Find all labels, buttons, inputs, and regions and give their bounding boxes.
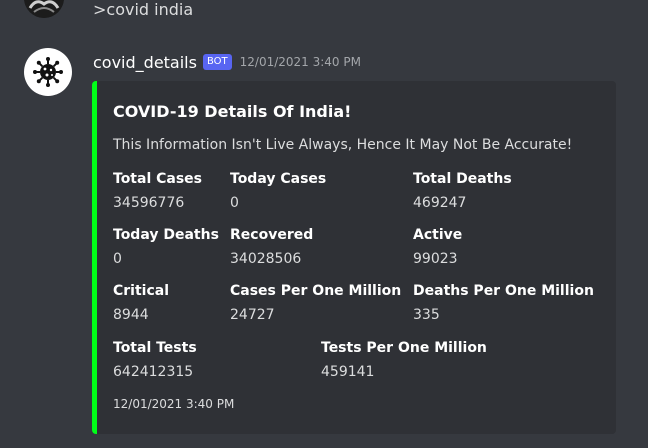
field-active: Active 99023	[413, 225, 462, 269]
message-header: covid_details BOT 12/01/2021 3:40 PM	[93, 51, 361, 73]
field-name: Total Tests	[113, 340, 197, 356]
field-cases-per-million: Cases Per One Million 24727	[230, 281, 401, 325]
embed-footer-timestamp: 12/01/2021 3:40 PM	[113, 397, 235, 411]
embed-description: This Information Isn't Live Always, Henc…	[113, 137, 573, 153]
field-name: Total Cases	[113, 171, 203, 187]
field-name: Today Cases	[230, 171, 327, 187]
field-name: Today Deaths	[113, 227, 219, 243]
field-name: Active	[413, 227, 463, 243]
field-total-deaths: Total Deaths 469247	[413, 169, 512, 213]
field-recovered: Recovered 34028506	[230, 225, 313, 269]
username[interactable]: covid_details	[93, 53, 197, 72]
field-name: Total Deaths	[413, 171, 512, 187]
previous-user-avatar[interactable]	[24, 0, 64, 18]
field-value: 24727	[230, 307, 275, 323]
field-total-cases: Total Cases 34596776	[113, 169, 202, 213]
field-name: Cases Per One Million	[230, 283, 402, 299]
field-value: 34596776	[113, 195, 185, 211]
bot-avatar[interactable]	[24, 48, 72, 96]
field-value: 459141	[321, 364, 375, 380]
field-today-cases: Today Cases 0	[230, 169, 326, 213]
embed: COVID-19 Details Of India! This Informat…	[92, 81, 616, 434]
previous-message-text: >covid india	[93, 0, 194, 19]
field-critical: Critical 8944	[113, 281, 169, 325]
previous-message: >covid india	[0, 0, 648, 24]
field-tests-per-million: Tests Per One Million 459141	[321, 338, 487, 382]
field-value: 335	[413, 307, 440, 323]
field-total-tests: Total Tests 642412315	[113, 338, 197, 382]
embed-title: COVID-19 Details Of India!	[113, 102, 352, 121]
field-value: 0	[230, 195, 239, 211]
bot-badge: BOT	[202, 54, 232, 70]
field-name: Critical	[113, 283, 170, 299]
field-name: Tests Per One Million	[321, 340, 487, 356]
field-value: 469247	[413, 195, 467, 211]
field-value: 99023	[413, 251, 458, 267]
virus-icon	[33, 57, 63, 87]
field-value: 642412315	[113, 364, 194, 380]
field-name: Recovered	[230, 227, 314, 243]
field-name: Deaths Per One Million	[413, 283, 594, 299]
field-value: 34028506	[230, 251, 302, 267]
field-value: 8944	[113, 307, 149, 323]
field-today-deaths: Today Deaths 0	[113, 225, 219, 269]
field-deaths-per-million: Deaths Per One Million 335	[413, 281, 594, 325]
message-timestamp: 12/01/2021 3:40 PM	[239, 55, 361, 69]
field-value: 0	[113, 251, 122, 267]
